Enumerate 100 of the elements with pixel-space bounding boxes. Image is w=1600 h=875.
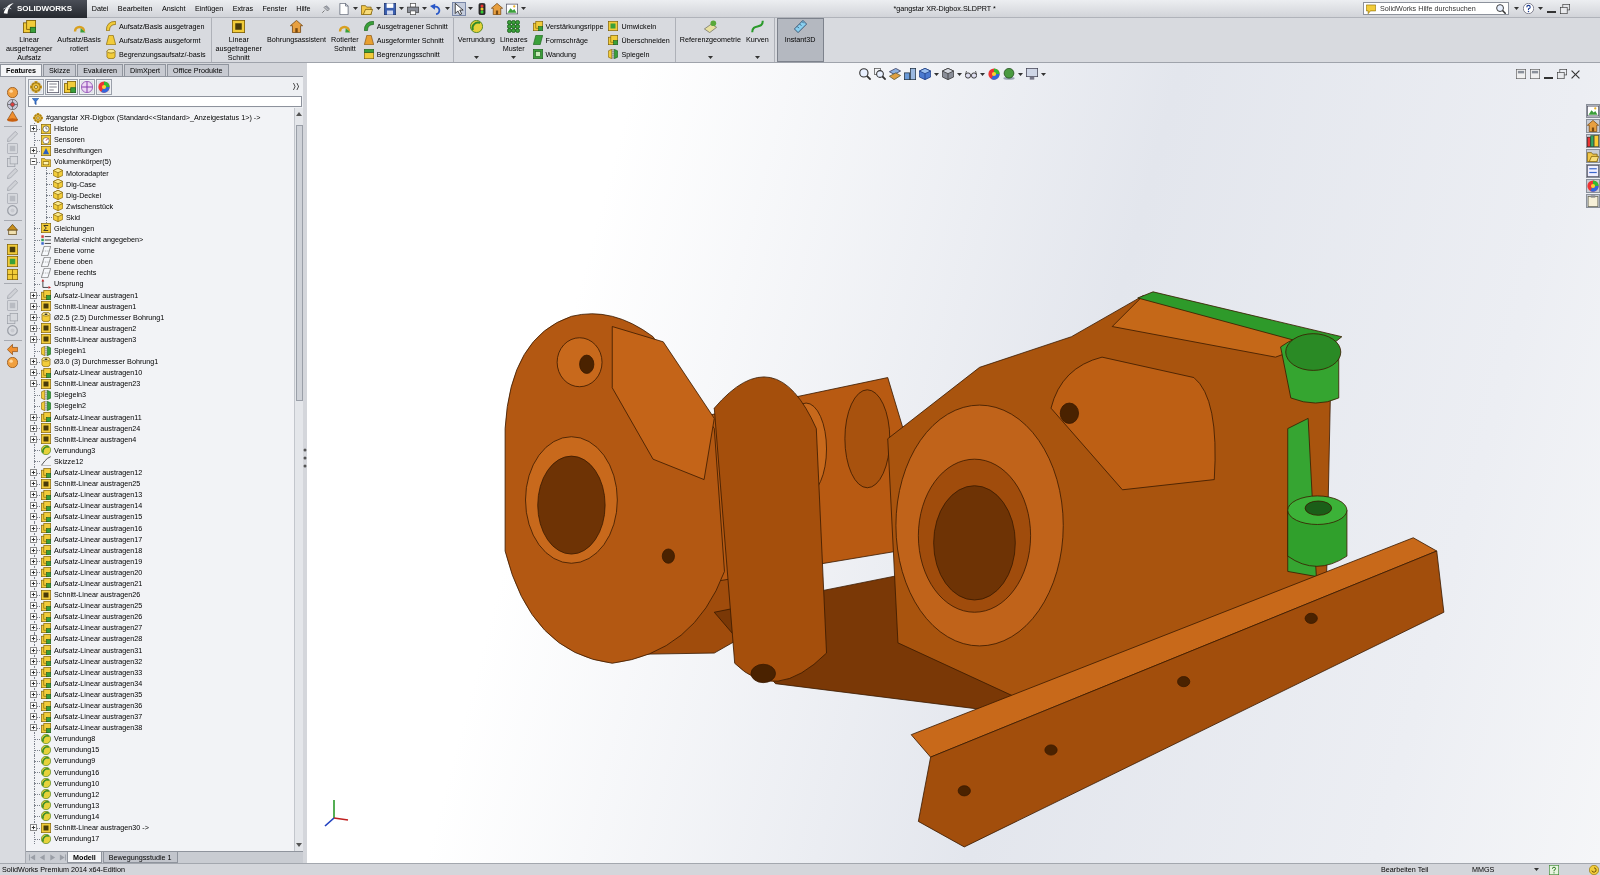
plus-box-icon[interactable] (30, 724, 37, 732)
plus-box-icon[interactable] (30, 824, 37, 832)
framed-square-icon[interactable] (7, 256, 18, 268)
picture-icon[interactable] (506, 2, 519, 15)
plus-box-icon[interactable] (30, 668, 37, 676)
clipboard-icon[interactable] (1587, 195, 1599, 207)
plus-box-icon[interactable] (30, 524, 37, 532)
grid-icon[interactable] (7, 268, 18, 280)
double-chevron-icon[interactable] (293, 83, 299, 90)
ball-icon[interactable] (7, 86, 18, 98)
form-icon[interactable] (47, 80, 59, 93)
filter-field[interactable] (28, 96, 302, 107)
color-wheel-icon[interactable] (1587, 180, 1599, 192)
plus-box-icon[interactable] (30, 313, 37, 321)
traffic-light-icon[interactable] (476, 2, 489, 15)
restore-icon[interactable] (1560, 3, 1570, 14)
plus-box-icon[interactable] (30, 580, 37, 587)
square-icon[interactable] (1530, 69, 1540, 79)
plus-box-icon[interactable] (30, 679, 37, 687)
caret-icon[interactable] (1534, 868, 1539, 871)
gear-icon[interactable] (30, 80, 42, 93)
caret-icon[interactable] (353, 7, 359, 10)
plus-box-icon[interactable] (30, 513, 37, 521)
plus-box-icon[interactable] (30, 358, 37, 366)
stacked-squares-icon[interactable] (64, 80, 76, 93)
plus-box-icon[interactable] (30, 624, 37, 632)
plus-box-icon[interactable] (30, 613, 37, 621)
house-icon[interactable] (7, 224, 18, 236)
magnifier-icon[interactable] (874, 68, 886, 80)
caret-icon[interactable] (422, 7, 428, 10)
color-wheel-icon[interactable] (98, 80, 110, 93)
picture-icon[interactable] (1587, 105, 1599, 117)
plus-box-icon[interactable] (30, 480, 37, 488)
caret-icon[interactable] (521, 7, 527, 10)
close-icon[interactable] (1571, 69, 1580, 79)
plus-box-icon[interactable] (30, 302, 37, 310)
sphere-icon[interactable] (1003, 68, 1015, 80)
list-icon[interactable] (1587, 165, 1599, 177)
restore-icon[interactable] (1557, 69, 1567, 79)
grip-icon[interactable] (303, 448, 307, 468)
scrollbar[interactable] (294, 108, 303, 851)
caret-icon[interactable] (1041, 72, 1046, 76)
wheel-icon[interactable] (7, 99, 18, 111)
printer-icon[interactable] (407, 2, 420, 15)
caret-icon[interactable] (1018, 72, 1023, 76)
caret-icon[interactable] (934, 72, 939, 76)
plus-box-icon[interactable] (30, 435, 37, 443)
caret-icon[interactable] (957, 72, 962, 76)
ball-icon[interactable] (7, 356, 18, 368)
cone-icon[interactable] (7, 111, 18, 123)
magnifier-icon[interactable] (859, 68, 871, 80)
monitor-icon[interactable] (1026, 68, 1038, 80)
plus-box-icon[interactable] (30, 369, 37, 377)
caret-icon[interactable] (1538, 7, 1543, 10)
caret-icon[interactable] (445, 7, 451, 10)
framed-square-icon[interactable] (7, 243, 18, 255)
cursor-icon[interactable] (453, 2, 466, 15)
plus-box-icon[interactable] (30, 591, 37, 599)
caret-icon[interactable] (399, 7, 405, 10)
plus-box-icon[interactable] (30, 690, 37, 698)
plus-box-icon[interactable] (30, 147, 37, 155)
books-icon[interactable] (1587, 135, 1599, 147)
up-arrow-icon[interactable] (296, 112, 302, 116)
plus-box-icon[interactable] (30, 635, 37, 643)
color-wheel-icon[interactable] (988, 68, 1000, 80)
plus-box-icon[interactable] (30, 424, 37, 432)
plus-box-icon[interactable] (30, 702, 37, 709)
plus-box-icon[interactable] (30, 469, 37, 477)
question-mark-icon[interactable] (1523, 3, 1534, 14)
plus-box-icon[interactable] (30, 291, 37, 299)
plus-box-icon[interactable] (30, 546, 37, 554)
caret-icon[interactable] (468, 7, 474, 10)
glasses-icon[interactable] (965, 68, 977, 80)
minus-box-icon[interactable] (30, 158, 37, 166)
undo-arrow-icon[interactable] (430, 2, 443, 15)
target-icon[interactable] (81, 80, 93, 93)
caret-icon[interactable] (1514, 7, 1519, 10)
plus-box-icon[interactable] (30, 568, 37, 576)
disc-icon[interactable] (1589, 864, 1599, 875)
pin-icon[interactable] (322, 4, 331, 13)
plus-box-icon[interactable] (30, 335, 37, 343)
plus-box-icon[interactable] (30, 713, 37, 721)
house-icon[interactable] (491, 2, 504, 15)
plus-box-icon[interactable] (30, 535, 37, 543)
cube-icon[interactable] (919, 68, 931, 80)
plus-box-icon[interactable] (30, 646, 37, 654)
caret-icon[interactable] (376, 7, 382, 10)
magnifier-icon[interactable] (1496, 3, 1506, 14)
plus-box-icon[interactable] (30, 491, 37, 499)
graphics-area[interactable] (307, 63, 1600, 863)
square-icon[interactable] (1516, 69, 1526, 79)
bar-chart-icon[interactable] (904, 68, 916, 80)
plus-box-icon[interactable] (30, 502, 37, 510)
down-arrow-icon[interactable] (296, 843, 302, 847)
minimize-icon[interactable] (1544, 76, 1553, 79)
plus-box-icon[interactable] (30, 602, 37, 610)
minimize-icon[interactable] (1547, 10, 1556, 13)
plus-box-icon[interactable] (30, 380, 37, 388)
plus-box-icon[interactable] (30, 657, 37, 665)
folder-icon[interactable] (1587, 150, 1599, 162)
